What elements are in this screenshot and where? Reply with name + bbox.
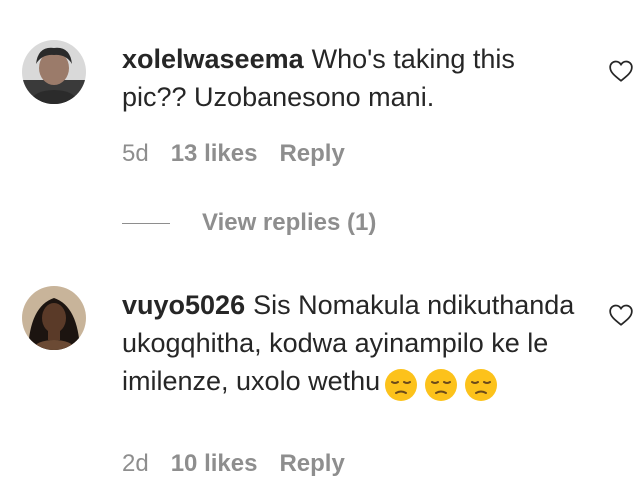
view-replies-label: View replies (1) [202, 209, 377, 236]
comment-timestamp: 2d [122, 450, 149, 477]
pensive-face-emoji-icon [425, 368, 458, 401]
view-replies-button[interactable]: View replies (1) [122, 206, 376, 240]
comment-body: vuyo5026 Sis Nomakula ndikuthanda ukogqhi… [122, 286, 582, 402]
pensive-face-emoji-icon [465, 368, 498, 401]
emoji-group [384, 364, 504, 402]
user-avatar-photo-icon [22, 40, 86, 104]
user-avatar-photo-icon [22, 286, 86, 350]
reply-button[interactable]: Reply [279, 450, 344, 477]
avatar[interactable] [22, 40, 86, 104]
heart-outline-icon[interactable] [608, 302, 634, 328]
comment-meta: 5d 13 likes Reply [122, 140, 367, 168]
avatar[interactable] [22, 286, 86, 350]
comment-meta: 2d 10 likes Reply [122, 450, 367, 478]
reply-button[interactable]: Reply [279, 140, 344, 167]
divider-line [122, 222, 170, 224]
comment-likes[interactable]: 13 likes [171, 140, 258, 167]
pensive-face-emoji-icon [385, 368, 418, 401]
comment-username[interactable]: vuyo5026 [122, 290, 245, 320]
comment-body: xolelwaseema Who's taking this pic?? Uzob… [122, 40, 582, 116]
comment-likes[interactable]: 10 likes [171, 450, 258, 477]
heart-outline-icon[interactable] [608, 58, 634, 84]
comment-timestamp: 5d [122, 140, 149, 167]
comment-username[interactable]: xolelwaseema [122, 44, 304, 74]
